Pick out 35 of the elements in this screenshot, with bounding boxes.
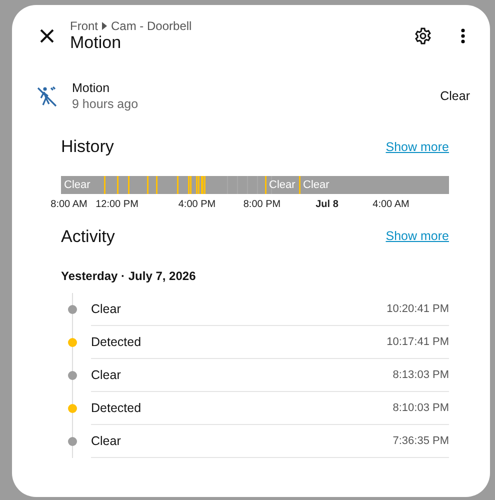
segment-label: Clear [303, 178, 330, 193]
event-state: Clear [91, 300, 121, 318]
show-more-link[interactable]: Show more [386, 138, 449, 156]
section-title: History [61, 136, 114, 158]
event-state: Detected [91, 400, 142, 417]
dialog-title: Motion [70, 33, 122, 54]
breadcrumb-item: Cam - Doorbell [111, 19, 192, 34]
more-icon [460, 28, 466, 44]
entity-name: Motion [72, 80, 111, 96]
event-time: 10:17:41 PM [386, 335, 449, 350]
event-state: Clear [91, 366, 121, 384]
event-state: Clear [91, 432, 121, 450]
last-changed-text: 9 hours ago [72, 96, 138, 112]
close-icon [40, 29, 54, 44]
entity-state: Clear [440, 88, 470, 105]
axis-label: 8:00 PM [243, 198, 281, 212]
event-time: 7:36:35 PM [392, 434, 449, 450]
event-time: 10:20:41 PM [386, 302, 449, 318]
axis-label: 4:00 AM [372, 198, 410, 212]
event-time: 8:13:03 PM [392, 368, 449, 384]
axis-label: 8:00 AM [50, 198, 88, 212]
axis-label: 12:00 PM [96, 198, 138, 212]
breadcrumb-item: Front [70, 19, 98, 34]
axis-label: 4:00 PM [178, 198, 216, 212]
axis-label: Jul 8 [316, 198, 338, 212]
section-title: Activity [61, 226, 115, 248]
segment-label: Clear [269, 178, 296, 193]
gear-icon [414, 27, 432, 46]
motion-sensor-icon [36, 85, 58, 108]
event-time: 8:10:03 PM [392, 401, 449, 416]
segment-label: Clear [64, 178, 90, 193]
event-state: Detected [91, 334, 142, 351]
show-more-link[interactable]: Show more [386, 227, 449, 246]
chevron-icon [102, 22, 108, 30]
day-heading: Yesterday · July 7, 2026 [61, 268, 197, 286]
